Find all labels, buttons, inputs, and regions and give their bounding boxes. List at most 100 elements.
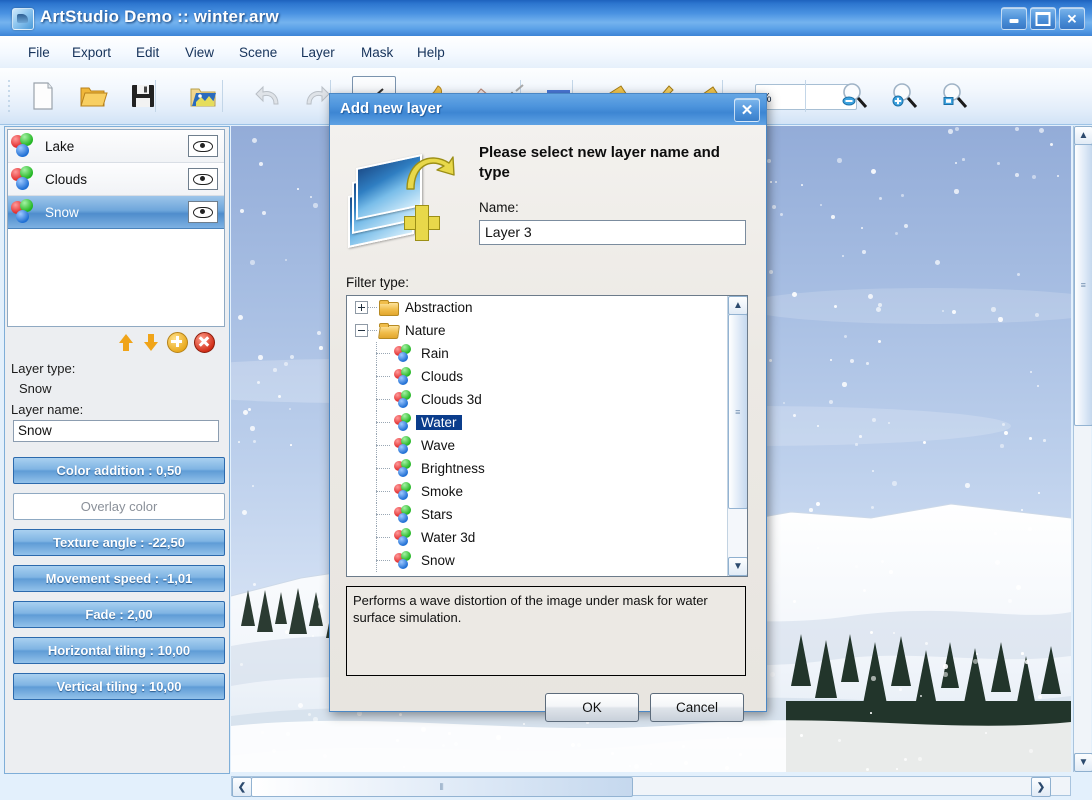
- undo-icon[interactable]: [248, 76, 290, 116]
- window-controls: ✕: [1001, 7, 1085, 30]
- layer-visibility-toggle[interactable]: [188, 168, 218, 190]
- tree-node-clouds[interactable]: Clouds: [347, 365, 727, 388]
- layer-visibility-toggle[interactable]: [188, 201, 218, 223]
- tree-node-snow[interactable]: Snow: [347, 549, 727, 572]
- arrow-down-icon: [144, 333, 158, 351]
- tree-node-wave[interactable]: Wave: [347, 434, 727, 457]
- expand-icon[interactable]: [355, 301, 368, 314]
- tree-connector: [376, 365, 392, 388]
- horizontal-scroll-thumb[interactable]: ⦀: [251, 777, 633, 797]
- menu-item-scene[interactable]: Scene: [231, 43, 285, 62]
- zoom-in-icon[interactable]: [883, 76, 925, 116]
- open-folder-icon[interactable]: [72, 76, 114, 116]
- layer-name-input[interactable]: Snow: [13, 420, 219, 442]
- dialog-close-button[interactable]: ✕: [734, 98, 760, 122]
- toolbar-grip[interactable]: [6, 80, 12, 112]
- rgb-filter-icon: [394, 436, 414, 455]
- movement-speed-slider[interactable]: Movement speed : -1,01: [13, 565, 225, 592]
- zoom-out-icon[interactable]: [833, 76, 875, 116]
- tree-vertical-scrollbar[interactable]: ▲ ≡ ▼: [727, 296, 747, 576]
- rgb-filter-icon: [394, 390, 414, 409]
- tree-scroll-down-button[interactable]: ▼: [728, 557, 747, 576]
- rgb-layer-icon: [11, 133, 37, 159]
- scroll-left-button[interactable]: ❮: [232, 777, 252, 797]
- open-image-icon[interactable]: [182, 76, 224, 116]
- layer-row-snow[interactable]: Snow: [8, 196, 224, 229]
- horizontal-tiling-slider[interactable]: Horizontal tiling : 10,00: [13, 637, 225, 664]
- application-window: ArtStudio Demo :: winter.arw ✕ File Expor…: [0, 0, 1092, 800]
- rgb-filter-icon: [394, 413, 414, 432]
- menu-item-layer[interactable]: Layer: [293, 43, 343, 62]
- layer-row-lake[interactable]: Lake: [8, 130, 224, 163]
- tree-scroll-up-button[interactable]: ▲: [728, 296, 747, 315]
- tree-connector: [376, 411, 392, 434]
- tree-connector: [368, 330, 377, 331]
- layer-visibility-toggle[interactable]: [188, 135, 218, 157]
- fade-slider[interactable]: Fade : 2,00: [13, 601, 225, 628]
- cancel-button[interactable]: Cancel: [650, 693, 744, 722]
- tree-node-nature[interactable]: Nature: [347, 319, 727, 342]
- tree-scroll-thumb[interactable]: ≡: [728, 314, 747, 509]
- zoom-fit-icon[interactable]: [933, 76, 975, 116]
- tree-connector: [376, 503, 392, 526]
- menu-item-view[interactable]: View: [177, 43, 222, 62]
- menu-item-edit[interactable]: Edit: [128, 43, 167, 62]
- new-document-icon[interactable]: [22, 76, 64, 116]
- menu-item-file[interactable]: File: [20, 43, 58, 62]
- tree-node-abstraction[interactable]: Abstraction: [347, 296, 727, 319]
- app-icon: [12, 8, 34, 30]
- layer-row-clouds[interactable]: Clouds: [8, 163, 224, 196]
- dialog-title: Add new layer: [340, 100, 442, 117]
- canvas-horizontal-scrollbar[interactable]: ❮ ⦀ ❯: [231, 776, 1071, 797]
- dialog-heading: Please select new layer name and type: [479, 144, 720, 181]
- layer-list[interactable]: Lake Clouds Snow: [7, 129, 225, 327]
- save-icon[interactable]: [122, 76, 164, 116]
- filter-type-label: Filter type:: [346, 275, 410, 290]
- tree-node-stars[interactable]: Stars: [347, 503, 727, 526]
- canvas-vertical-scrollbar[interactable]: ▲ ≡ ▼: [1073, 126, 1092, 772]
- tree-node-clouds-3d[interactable]: Clouds 3d: [347, 388, 727, 411]
- move-layer-down-button[interactable]: [142, 333, 161, 352]
- rgb-filter-icon: [394, 551, 414, 570]
- menu-item-export[interactable]: Export: [64, 43, 119, 62]
- rgb-filter-icon: [394, 367, 414, 386]
- tree-node-label: Clouds 3d: [421, 392, 482, 407]
- tree-node-smoke[interactable]: Smoke: [347, 480, 727, 503]
- tree-node-rain[interactable]: Rain: [347, 342, 727, 365]
- scroll-down-button[interactable]: ▼: [1074, 753, 1092, 772]
- collapse-icon[interactable]: [355, 324, 368, 337]
- tree-connector: [376, 434, 392, 457]
- color-addition-slider[interactable]: Color addition : 0,50: [13, 457, 225, 484]
- tree-node-water-3d[interactable]: Water 3d: [347, 526, 727, 549]
- add-layer-button[interactable]: [167, 331, 188, 353]
- delete-layer-button[interactable]: [194, 331, 215, 353]
- vertical-tiling-slider[interactable]: Vertical tiling : 10,00: [13, 673, 225, 700]
- tree-connector: [376, 549, 392, 572]
- folder-icon: [379, 300, 399, 316]
- menu-item-mask[interactable]: Mask: [353, 43, 401, 62]
- curved-arrow-icon: [406, 156, 455, 190]
- scroll-right-button[interactable]: ❯: [1031, 777, 1051, 797]
- overlay-color-button[interactable]: Overlay color: [13, 493, 225, 520]
- tree-node-label: Clouds: [421, 369, 464, 384]
- tree-node-label: Snow: [421, 553, 455, 568]
- layer-name: Clouds: [45, 171, 88, 187]
- maximize-button[interactable]: [1030, 7, 1056, 30]
- filter-type-tree[interactable]: Abstraction Nature Rain Clouds Clouds 3d Wate…: [346, 295, 748, 577]
- tree-node-label: Nature: [405, 323, 446, 338]
- dialog-name-input[interactable]: Layer 3: [479, 220, 746, 245]
- menu-item-help[interactable]: Help: [409, 43, 453, 62]
- filter-description: Performs a wave distortion of the image …: [346, 586, 746, 676]
- tree-connector: [368, 307, 377, 308]
- tree-node-water[interactable]: Water: [347, 411, 727, 434]
- dialog-body: Please select new layer name and type Na…: [330, 125, 766, 722]
- texture-angle-slider[interactable]: Texture angle : -22,50: [13, 529, 225, 556]
- close-button[interactable]: ✕: [1059, 7, 1085, 30]
- ok-button[interactable]: OK: [545, 693, 639, 722]
- vertical-scroll-thumb[interactable]: ≡: [1074, 144, 1092, 426]
- minimize-button[interactable]: [1001, 7, 1027, 30]
- move-layer-up-button[interactable]: [117, 333, 136, 352]
- tree-node-brightness[interactable]: Brightness: [347, 457, 727, 480]
- folder-icon: [379, 323, 398, 338]
- scroll-up-button[interactable]: ▲: [1074, 126, 1092, 145]
